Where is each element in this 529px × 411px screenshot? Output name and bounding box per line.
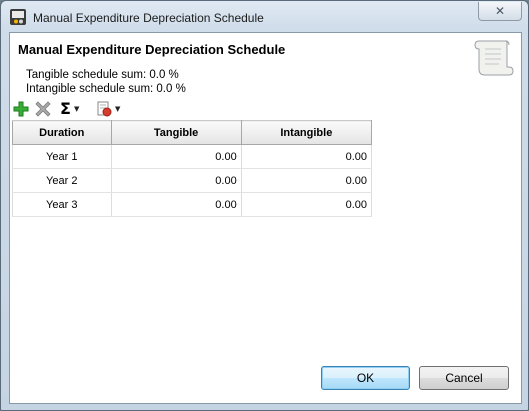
intangible-cell[interactable]: 0.00 — [241, 144, 373, 169]
close-button[interactable]: ✕ — [478, 2, 522, 21]
intangible-cell[interactable]: 0.00 — [241, 168, 373, 193]
table-header-row: Duration Tangible Intangible — [12, 120, 373, 145]
delete-icon — [35, 101, 51, 117]
dialog-window: Manual Expenditure Depreciation Schedule… — [0, 0, 529, 411]
scroll-icon — [474, 40, 514, 76]
toolbar: Σ ▼ ▼ — [10, 98, 210, 120]
column-header-tangible[interactable]: Tangible — [110, 120, 242, 145]
duration-cell[interactable]: Year 1 — [12, 144, 112, 169]
column-header-duration[interactable]: Duration — [12, 120, 112, 145]
add-icon — [13, 101, 29, 117]
window-title: Manual Expenditure Depreciation Schedule — [33, 11, 264, 25]
report-icon — [97, 101, 112, 117]
table-row[interactable]: Year 2 0.00 0.00 — [12, 168, 373, 193]
tangible-cell[interactable]: 0.00 — [111, 192, 242, 217]
report-dropdown-button[interactable]: ▼ — [96, 100, 120, 118]
chevron-down-icon: ▼ — [115, 105, 121, 113]
cancel-button[interactable]: Cancel — [419, 366, 509, 390]
intangible-sum-text: Intangible schedule sum: 0.0 % — [26, 83, 186, 95]
ok-button[interactable]: OK — [321, 366, 410, 390]
schedule-table: Duration Tangible Intangible Year 1 0.00… — [12, 120, 373, 217]
table-row[interactable]: Year 1 0.00 0.00 — [12, 144, 373, 169]
sum-dropdown-button[interactable]: Σ ▼ — [60, 100, 79, 118]
page-title: Manual Expenditure Depreciation Schedule — [18, 42, 286, 57]
delete-row-button[interactable] — [35, 100, 51, 118]
sum-icon: Σ — [60, 99, 71, 118]
tangible-cell[interactable]: 0.00 — [111, 168, 242, 193]
duration-cell[interactable]: Year 2 — [12, 168, 112, 193]
table-row[interactable]: Year 3 0.00 0.00 — [12, 192, 373, 217]
title-bar: Manual Expenditure Depreciation Schedule… — [1, 1, 528, 33]
duration-cell[interactable]: Year 3 — [12, 192, 112, 217]
chevron-down-icon: ▼ — [73, 105, 80, 113]
intangible-cell[interactable]: 0.00 — [241, 192, 373, 217]
tangible-sum-text: Tangible schedule sum: 0.0 % — [26, 69, 179, 81]
close-icon: ✕ — [494, 4, 506, 18]
tangible-cell[interactable]: 0.00 — [111, 144, 242, 169]
column-header-intangible[interactable]: Intangible — [240, 120, 373, 145]
dialog-content: Manual Expenditure Depreciation Schedule… — [9, 32, 522, 404]
add-row-button[interactable] — [13, 100, 29, 118]
app-icon — [10, 9, 26, 25]
